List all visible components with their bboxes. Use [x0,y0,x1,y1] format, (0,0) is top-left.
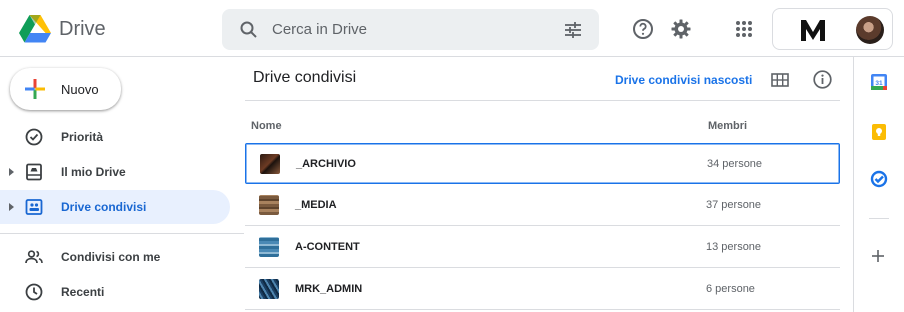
hidden-shared-drives-link[interactable]: Drive condivisi nascosti [615,73,752,87]
drive-members: 37 persone [706,199,762,211]
side-panel: 31 [853,57,904,312]
app-name: Drive [59,18,106,40]
drive-thumbnail [259,195,279,215]
new-button-label: Nuovo [61,82,99,97]
search-bar[interactable]: Cerca in Drive [222,9,599,50]
side-panel-divider [869,218,889,219]
sidebar-item-label: Il mio Drive [61,165,126,179]
top-bar: Drive Cerca in Drive [0,0,904,57]
grid-view-icon[interactable] [770,70,790,90]
drive-name: MRK_ADMIN [295,283,363,295]
sidebar-item-label: Condivisi con me [61,250,161,264]
plus-icon [25,79,45,99]
toolbar-divider [245,100,840,101]
shared-drive-row[interactable]: MRK_ADMIN 6 persone [245,269,840,310]
help-icon[interactable] [631,17,655,41]
search-input[interactable]: Cerca in Drive [272,21,367,38]
search-icon[interactable] [239,20,259,40]
priority-icon [25,128,43,146]
drive-name: _ARCHIVIO [296,158,356,170]
sidebar-divider [0,233,244,234]
clock-icon [25,283,43,301]
drive-name: A-CONTENT [295,241,360,253]
shared-drives-icon [25,199,43,215]
drive-members: 13 persone [706,241,762,253]
column-header-members[interactable]: Membri [708,120,747,132]
drive-thumbnail [259,279,279,299]
page-title: Drive condivisi [253,69,357,86]
sidebar-item-label: Recenti [61,285,105,299]
search-options-icon[interactable] [562,19,584,41]
drive-thumbnail [260,154,280,174]
new-button[interactable]: Nuovo [10,68,121,110]
drive-members: 6 persone [706,283,755,295]
tasks-icon[interactable] [870,170,888,188]
add-addon-icon[interactable] [870,248,886,264]
sidebar-item-shared-drives[interactable]: Drive condivisi [0,190,230,224]
drive-thumbnail [259,237,279,257]
sidebar-item-label: Drive condivisi [61,200,147,214]
people-icon [25,250,43,264]
keep-icon[interactable] [870,123,888,141]
drive-members: 34 persone [707,158,763,170]
calendar-icon[interactable]: 31 [870,73,888,91]
my-drive-icon [26,163,42,181]
drive-logo-icon[interactable] [18,14,52,44]
user-avatar[interactable] [856,16,884,44]
shared-drive-row[interactable]: A-CONTENT 13 persone [245,227,840,268]
sidebar-item-label: Priorità [61,130,104,144]
info-icon[interactable] [812,69,833,90]
svg-text:31: 31 [875,80,883,87]
organization-logo-icon [801,20,825,41]
column-header-name[interactable]: Nome [251,120,282,132]
shared-drive-row[interactable]: _MEDIA 37 persone [245,185,840,226]
drive-name: _MEDIA [295,199,337,211]
shared-drive-row[interactable]: _ARCHIVIO 34 persone [245,143,840,184]
account-switcher[interactable] [772,8,893,50]
sidebar-item-priority[interactable]: Priorità [0,120,230,154]
sidebar-item-recent[interactable]: Recenti [0,275,230,309]
expand-arrow-icon[interactable] [9,168,14,176]
sidebar-item-my-drive[interactable]: Il mio Drive [0,155,230,189]
settings-gear-icon[interactable] [669,17,693,41]
sidebar-item-shared-with-me[interactable]: Condivisi con me [0,240,230,274]
apps-grid-icon[interactable] [732,17,756,41]
expand-arrow-icon[interactable] [9,203,14,211]
drive-app: Drive Cerca in Drive Nuovo Priorità Il m… [0,0,904,312]
